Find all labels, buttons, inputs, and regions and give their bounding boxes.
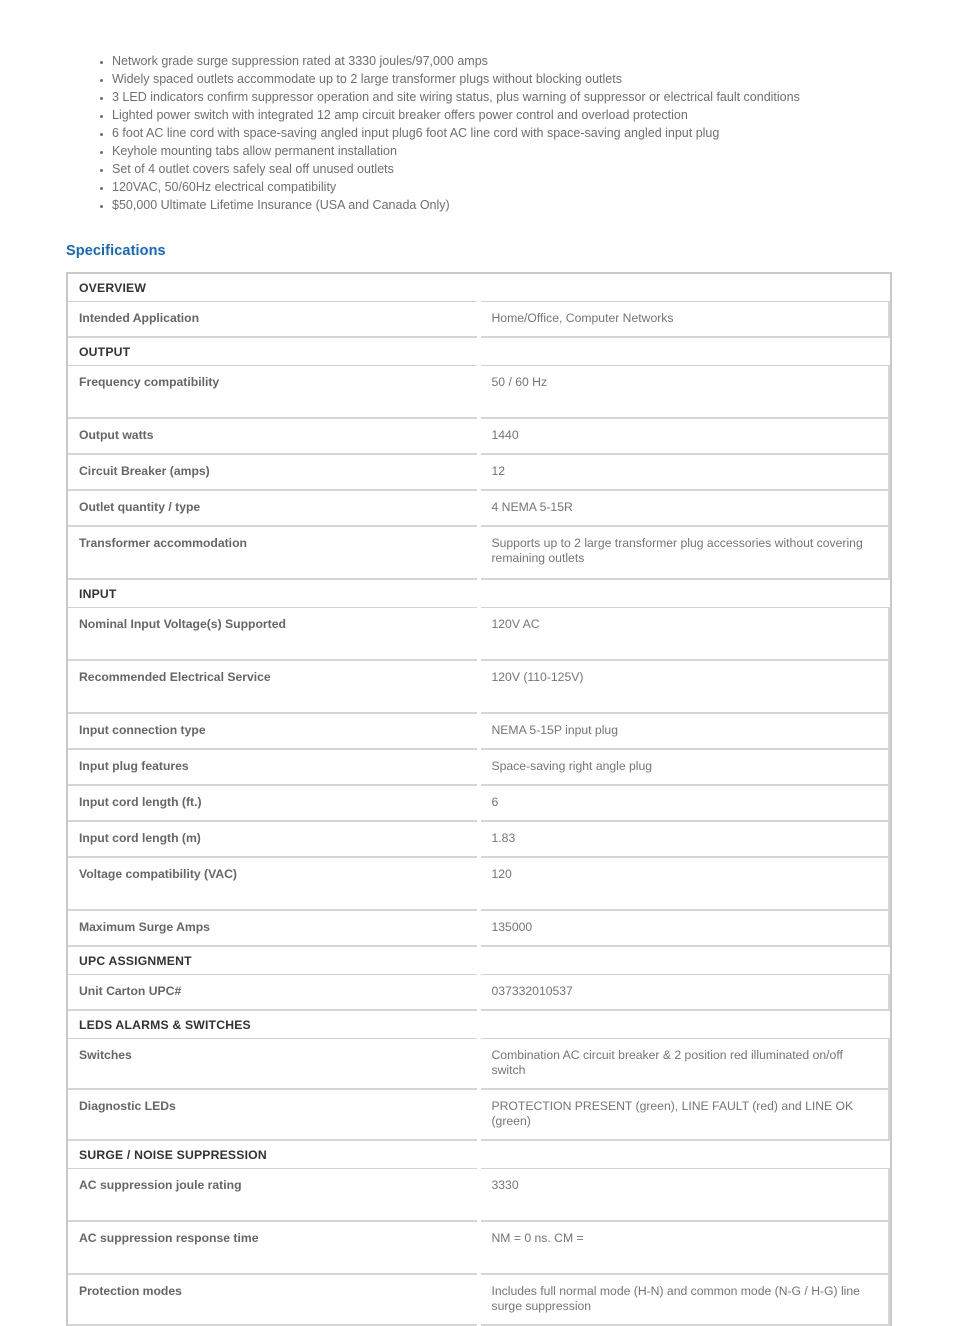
- spec-value: 120V AC: [476, 607, 890, 661]
- spec-label: Switches: [68, 1038, 480, 1090]
- spec-section-header-row: OVERVIEW: [68, 274, 889, 302]
- spec-value: 12: [476, 454, 890, 491]
- spec-row: Unit Carton UPC# 037332010537: [68, 974, 890, 1011]
- feature-item: 3 LED indicators confirm suppressor oper…: [98, 88, 888, 106]
- spec-value: 3330: [476, 1168, 890, 1222]
- spec-section-header-row: INPUT: [68, 579, 889, 608]
- spec-label: Intended Application: [68, 301, 480, 338]
- feature-item: Lighted power switch with integrated 12 …: [98, 106, 888, 124]
- spec-label: Diagnostic LEDs: [68, 1089, 480, 1141]
- spec-value: NEMA 5-15P input plug: [476, 713, 890, 750]
- spec-value: Space-saving right angle plug: [476, 749, 890, 786]
- feature-item: 6 foot AC line cord with space-saving an…: [98, 124, 888, 142]
- spec-label: AC suppression response time: [68, 1221, 480, 1275]
- spec-row: Maximum Surge Amps 135000: [68, 910, 890, 947]
- spec-value: 50 / 60 Hz: [476, 365, 890, 419]
- spec-row: Switches Combination AC circuit breaker &…: [68, 1038, 890, 1090]
- spec-row: Intended Application Home/Office, Compute…: [68, 301, 890, 338]
- spec-row: Input cord length (ft.) 6: [68, 785, 890, 822]
- spec-section-title: UPC ASSIGNMENT: [68, 946, 889, 975]
- feature-item: Set of 4 outlet covers safely seal off u…: [98, 160, 888, 178]
- spec-label: Recommended Electrical Service: [68, 660, 480, 714]
- spec-row: Transformer accommodation Supports up to …: [68, 526, 890, 580]
- spec-value: 120V (110-125V): [476, 660, 890, 714]
- spec-row: Circuit Breaker (amps) 12: [68, 454, 890, 491]
- product-spec-page: Network grade surge suppression rated at…: [0, 0, 954, 1326]
- spec-value: Home/Office, Computer Networks: [476, 301, 890, 338]
- feature-item: Network grade surge suppression rated at…: [98, 52, 888, 70]
- spec-label: AC suppression joule rating: [68, 1168, 480, 1222]
- specifications-table: OVERVIEW Intended Application Home/Office,…: [66, 272, 892, 1326]
- spec-value: 037332010537: [476, 974, 890, 1011]
- spec-label: Input cord length (m): [68, 821, 480, 858]
- feature-item: 120VAC, 50/60Hz electrical compatibility: [98, 178, 888, 196]
- spec-row: Outlet quantity / type 4 NEMA 5-15R: [68, 490, 890, 527]
- feature-item: Keyhole mounting tabs allow permanent in…: [98, 142, 888, 160]
- spec-section-header-row: SURGE / NOISE SUPPRESSION: [68, 1140, 889, 1169]
- spec-section-title: OUTPUT: [68, 337, 889, 366]
- spec-row: Recommended Electrical Service 120V (110-…: [68, 660, 890, 714]
- spec-row: Frequency compatibility 50 / 60 Hz: [68, 365, 890, 419]
- spec-label: Input plug features: [68, 749, 480, 786]
- spec-label: Nominal Input Voltage(s) Supported: [68, 607, 480, 661]
- spec-row: Diagnostic LEDs PROTECTION PRESENT (green…: [68, 1089, 890, 1141]
- spec-value: 6: [476, 785, 890, 822]
- spec-label: Voltage compatibility (VAC): [68, 857, 480, 911]
- spec-row: Input cord length (m) 1.83: [68, 821, 890, 858]
- spec-value: NM = 0 ns. CM =: [476, 1221, 890, 1275]
- spec-label: Transformer accommodation: [68, 526, 480, 580]
- feature-item: $50,000 Ultimate Lifetime Insurance (USA…: [98, 196, 888, 214]
- spec-row: Nominal Input Voltage(s) Supported 120V A…: [68, 607, 890, 661]
- spec-row: Input plug features Space-saving right an…: [68, 749, 890, 786]
- spec-row: Protection modes Includes full normal mod…: [68, 1274, 890, 1326]
- spec-label: Frequency compatibility: [68, 365, 480, 419]
- spec-label: Circuit Breaker (amps): [68, 454, 480, 491]
- spec-section-header-row: OUTPUT: [68, 337, 889, 366]
- spec-label: Input connection type: [68, 713, 480, 750]
- specifications-heading: Specifications: [66, 243, 166, 259]
- spec-row: Voltage compatibility (VAC) 120: [68, 857, 890, 911]
- spec-label: Input cord length (ft.): [68, 785, 480, 822]
- spec-row: Input connection type NEMA 5-15P input pl…: [68, 713, 890, 750]
- spec-row: Output watts 1440: [68, 418, 890, 455]
- spec-label: Outlet quantity / type: [68, 490, 480, 527]
- spec-label: Protection modes: [68, 1274, 480, 1326]
- spec-section-title: SURGE / NOISE SUPPRESSION: [68, 1140, 889, 1169]
- spec-section-title: LEDS ALARMS & SWITCHES: [68, 1010, 889, 1039]
- specifications-table-body: OVERVIEW Intended Application Home/Office,…: [68, 274, 890, 1326]
- spec-value: Includes full normal mode (H-N) and comm…: [476, 1274, 890, 1326]
- spec-value: 135000: [476, 910, 890, 947]
- spec-value: 1.83: [476, 821, 890, 858]
- spec-row: AC suppression joule rating 3330: [68, 1168, 890, 1222]
- spec-value: Combination AC circuit breaker & 2 posit…: [476, 1038, 890, 1090]
- spec-value: 1440: [476, 418, 890, 455]
- spec-section-header-row: LEDS ALARMS & SWITCHES: [68, 1010, 889, 1039]
- spec-section-title: INPUT: [68, 579, 889, 608]
- feature-bullet-list: Network grade surge suppression rated at…: [98, 52, 888, 214]
- specifications-tbody: OVERVIEW Intended Application Home/Office,…: [68, 274, 890, 1326]
- feature-item: Widely spaced outlets accommodate up to …: [98, 70, 888, 88]
- spec-value: PROTECTION PRESENT (green), LINE FAULT (…: [476, 1089, 890, 1141]
- spec-label: Maximum Surge Amps: [68, 910, 480, 947]
- spec-value: 4 NEMA 5-15R: [476, 490, 890, 527]
- spec-row: AC suppression response time NM = 0 ns. C…: [68, 1221, 890, 1275]
- spec-label: Output watts: [68, 418, 480, 455]
- spec-section-title: OVERVIEW: [68, 274, 889, 302]
- spec-value: Supports up to 2 large transformer plug …: [476, 526, 890, 580]
- spec-label: Unit Carton UPC#: [68, 974, 480, 1011]
- spec-value: 120: [476, 857, 890, 911]
- spec-section-header-row: UPC ASSIGNMENT: [68, 946, 889, 975]
